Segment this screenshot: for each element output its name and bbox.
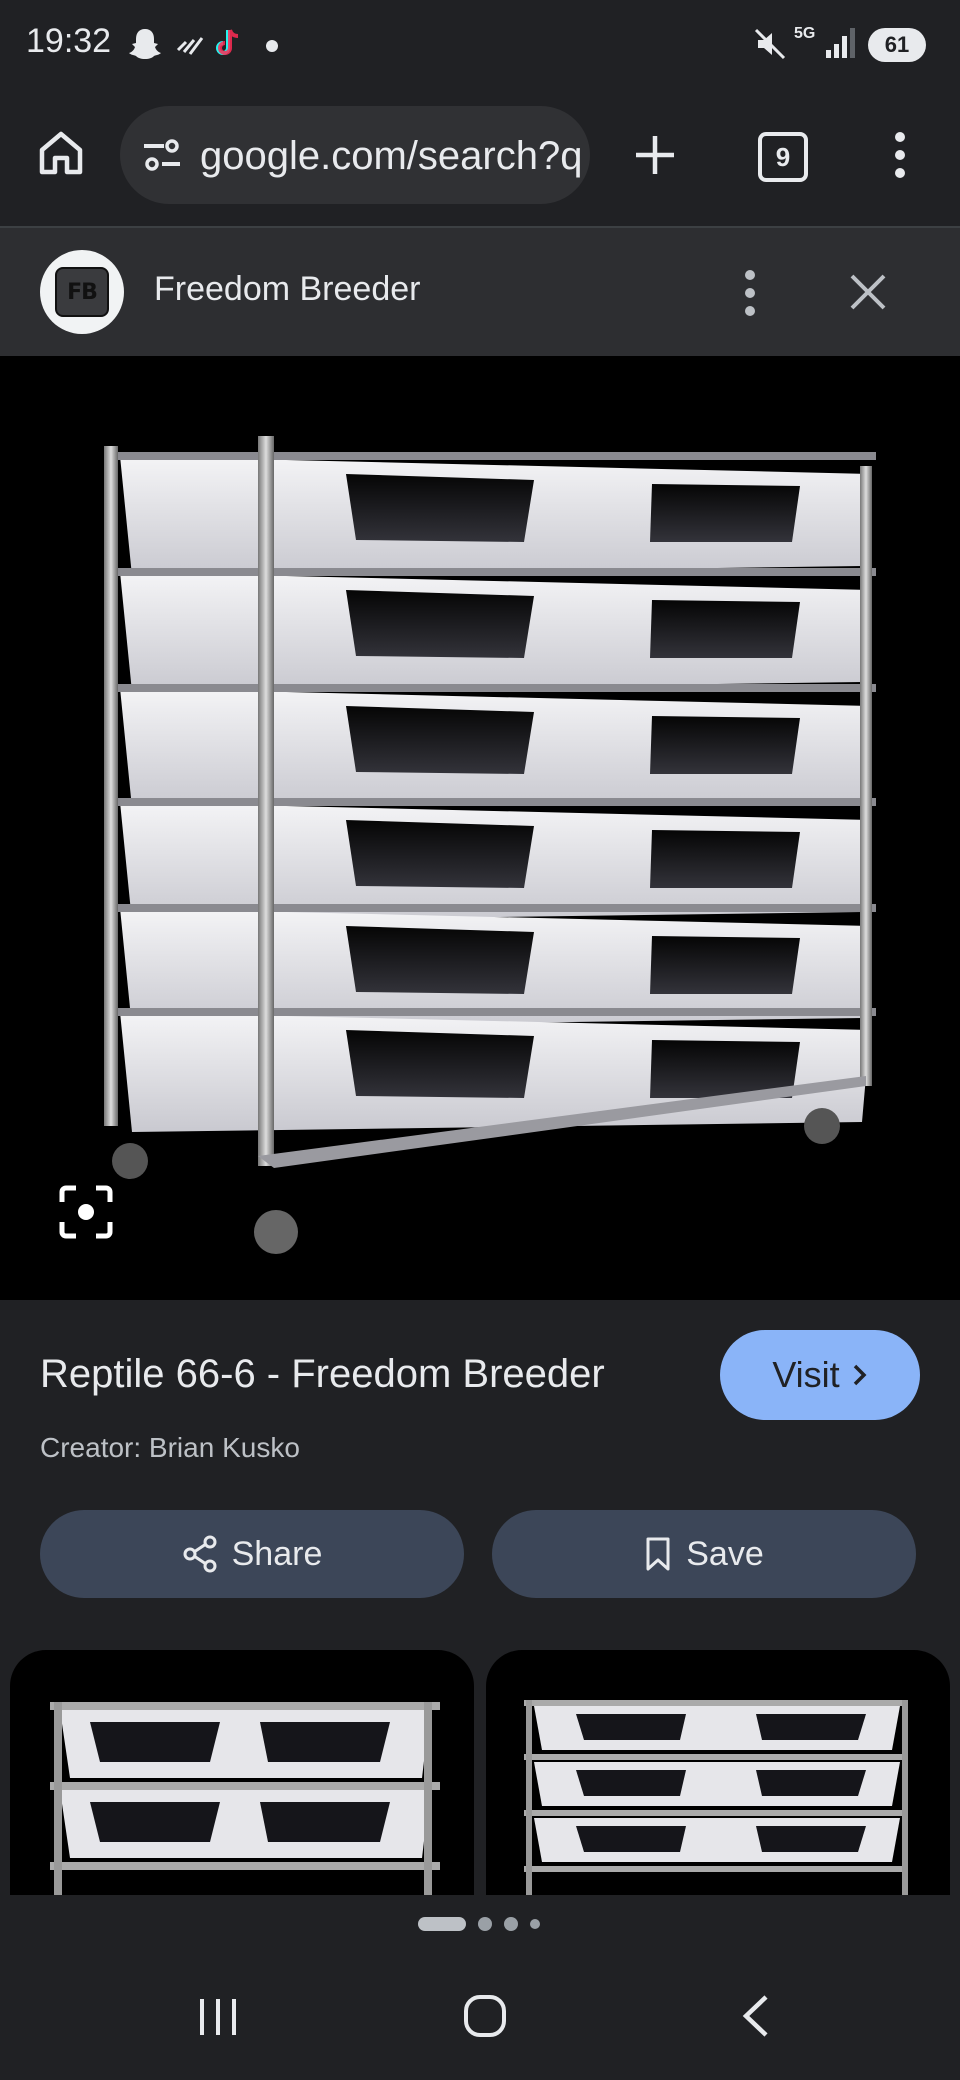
new-tab-icon[interactable] [632,132,678,178]
address-bar[interactable]: google.com/search?q [120,106,590,204]
visit-button[interactable]: Visit [720,1330,920,1420]
related-rack-thumbnail-1 [50,1702,440,1900]
browser-toolbar: google.com/search?q 9 [0,92,960,228]
reptile-rack-image [104,436,876,1254]
related-rack-thumbnail-2 [524,1700,908,1900]
snapchat-icon [129,29,161,59]
status-bar: 19:32 5G 61 [0,0,960,92]
related-image-2[interactable] [486,1650,950,1900]
more-options-icon[interactable] [732,268,768,318]
close-icon[interactable] [846,270,890,314]
share-button[interactable]: Share [40,1510,464,1598]
home-icon[interactable] [36,128,86,178]
url-text: google.com/search?q [200,134,583,178]
save-button[interactable]: Save [492,1510,916,1598]
back-nav-icon[interactable] [738,1993,772,2039]
home-nav-icon[interactable] [462,1993,508,2039]
tab-switcher-button[interactable]: 9 [758,132,808,182]
status-time: 19:32 [26,22,112,60]
image-source-header: FB Freedom Breeder [0,228,960,356]
bookmark-icon [646,1537,670,1571]
network-type-label: 5G [794,25,816,42]
site-settings-icon[interactable] [140,136,184,174]
recent-apps-icon[interactable] [196,1995,240,2039]
main-result-image[interactable] [0,356,960,1300]
lens-search-icon[interactable] [58,1184,114,1240]
creator-credit: Creator: Brian Kusko [40,1432,300,1463]
share-icon [183,1535,217,1573]
battery-indicator: 61 [868,28,926,62]
freedom-breeder-logo: FB [55,267,109,317]
more-menu-icon[interactable] [882,130,918,180]
signal-strength-icon [176,37,204,55]
visit-label: Visit [772,1354,840,1395]
bottom-area [0,1895,960,2080]
carousel-indicator [418,1917,540,1931]
mute-icon [754,28,786,60]
save-label: Save [686,1534,764,1573]
source-avatar[interactable]: FB [40,250,124,334]
carousel-dot-active [418,1917,466,1931]
notification-dot-icon [266,40,278,52]
share-label: Share [231,1534,323,1573]
carousel-dot [530,1919,540,1929]
result-title[interactable]: Reptile 66-6 - Freedom Breeder [40,1352,605,1397]
source-name[interactable]: Freedom Breeder [154,270,420,309]
signal-bars-icon [826,28,855,58]
tiktok-icon [216,29,239,55]
carousel-dot [504,1917,518,1931]
chevron-right-icon [853,1364,867,1386]
related-image-1[interactable] [10,1650,474,1900]
carousel-dot [478,1917,492,1931]
